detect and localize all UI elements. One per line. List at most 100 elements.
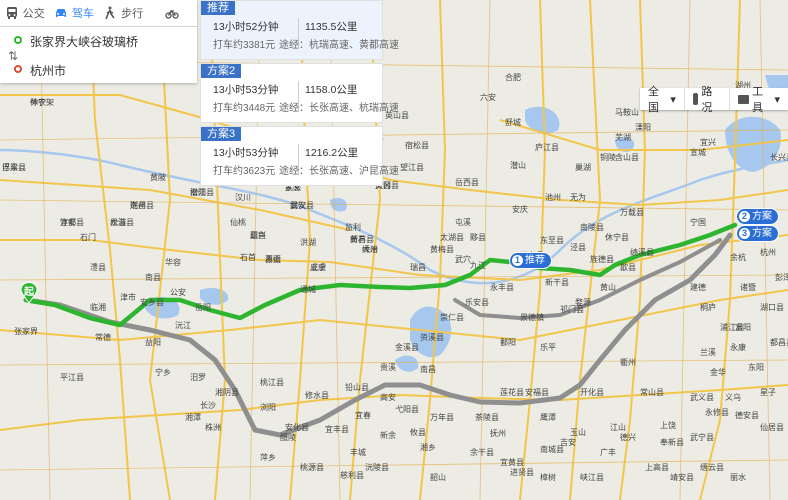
city-label: 永丰县 (490, 282, 514, 292)
city-label: 南县 (145, 272, 161, 282)
city-label: 嵊州 (362, 244, 378, 254)
city-label: 监利 (345, 222, 361, 232)
city-label: 绩溪县 (630, 247, 654, 257)
start-field[interactable]: 张家界大峡谷玻璃桥 (30, 33, 138, 50)
city-label: 池州 (545, 192, 561, 202)
city-label: 新余 (380, 430, 396, 440)
city-label: 乐平 (540, 342, 556, 352)
city-label: 常德 (95, 332, 111, 342)
city-label: 安乡县 (140, 297, 164, 307)
plan-card-2[interactable]: 方案2 13小时53分钟 1158.0公里 打车约3448元 途经：长张高速、杭… (200, 63, 399, 123)
mode-label: 步行 (121, 8, 144, 20)
city-label: 高安 (380, 392, 396, 402)
city-label: 宜黄县 (500, 457, 524, 467)
plan-distance: 1158.0公里 (305, 84, 358, 96)
city-label: 长沙 (200, 400, 216, 410)
city-label: 安庆 (512, 204, 528, 214)
badge-number: 1 (512, 255, 523, 266)
plan-taxi: 打车约3448元 (213, 103, 276, 114)
city-label: 九江 (470, 261, 486, 270)
city-label: 汨罗 (190, 373, 206, 382)
plan-taxi: 打车约3623元 (213, 166, 276, 177)
city-label: 湘阴县 (215, 387, 239, 397)
car-icon (55, 9, 66, 17)
city-label: 石首 (240, 252, 256, 262)
plan2-route-badge[interactable]: 2 方案 (737, 209, 778, 224)
city-label: 仙居县 (760, 422, 784, 432)
traffic-icon (692, 93, 699, 105)
city-label: 德兴 (620, 432, 636, 442)
city-label: 上虞 (310, 262, 326, 272)
city-label: 景德镇 (520, 312, 544, 322)
end-field[interactable]: 杭州市 (30, 62, 66, 79)
city-label: 醴陵 (280, 432, 296, 442)
plan-time: 13小时52分钟 (213, 21, 279, 33)
city-label: 兰溪 (700, 347, 716, 357)
plan-card-3[interactable]: 方案3 13小时53分钟 1216.2公里 打车约3623元 途经：长张高速、沪… (200, 126, 399, 186)
city-label: 杭州 (760, 247, 776, 257)
city-label: 石门 (80, 232, 96, 242)
mode-car[interactable]: 驾车 (49, 0, 98, 26)
city-label: 乐安县 (465, 297, 489, 307)
city-label: 安福县 (525, 387, 549, 397)
recommend-route-badge[interactable]: 1 推荐 (510, 253, 551, 268)
city-label: 绍兴 (250, 230, 266, 240)
city-label: 铅山县 (345, 382, 369, 392)
plan-via: 途经：长张高速、沪昆高速 (279, 166, 399, 177)
city-label: 通城 (300, 284, 316, 294)
city-label: 益阳 (145, 337, 161, 347)
city-label: 泾县 (570, 243, 586, 252)
plan-taxi: 打车约3381元 (213, 40, 276, 51)
city-label: 六安 (480, 92, 496, 102)
city-label: 巢湖 (575, 162, 591, 172)
city-label: 浮梁县 (2, 162, 26, 172)
city-label: 屯溪 (455, 217, 471, 227)
city-label: 贵溪 (380, 362, 396, 372)
city-label: 茶陵县 (475, 412, 499, 422)
city-label: 吉安 (560, 437, 576, 447)
city-label: 慈利县 (340, 470, 364, 480)
city-label: 玉山 (570, 427, 586, 437)
city-label: 安化县 (285, 422, 309, 432)
city-label: 义乌 (725, 392, 741, 402)
chevron-down-icon: ▾ (774, 93, 780, 106)
city-label: 萧山 (265, 254, 281, 264)
mode-bus[interactable]: 公交 (0, 0, 49, 26)
city-label: 潜山 (510, 160, 526, 170)
city-label: 长兴县 (770, 152, 788, 162)
city-label: 张家界 (14, 326, 38, 336)
city-label: 余干县 (470, 447, 494, 457)
city-label: 旌德县 (590, 254, 614, 264)
chevron-down-icon: ▾ (670, 93, 676, 106)
traffic-button[interactable]: 路况 (685, 86, 731, 114)
city-label: 黄陂 (150, 172, 166, 182)
city-label: 南陵县 (580, 222, 604, 232)
tools-button[interactable]: 工具 ▾ (730, 86, 788, 114)
plan-tag: 推荐 (201, 1, 235, 15)
city-label: 华容 (165, 257, 181, 267)
city-label: 宿松县 (405, 140, 429, 150)
city-label: 新昌县 (350, 234, 374, 244)
city-label: 都昌县 (770, 338, 788, 347)
plan-tag: 方案3 (201, 127, 242, 141)
swap-icon[interactable]: ⇅ (8, 49, 18, 63)
city-label: 望江县 (400, 162, 424, 172)
city-label: 龙游县 (110, 217, 134, 227)
city-label: 休宁 (30, 97, 46, 107)
plan-card-recommended[interactable]: 推荐 13小时52分钟 1135.5公里 打车约3381元 途经：杭瑞高速、黄都… (200, 0, 399, 60)
city-label: 万载县 (620, 207, 644, 217)
city-label: 澧县 (90, 262, 106, 272)
region-select[interactable]: 全国 ▾ (640, 86, 685, 114)
mode-bike[interactable] (148, 0, 197, 26)
city-label: 金华 (710, 367, 726, 377)
mode-walk[interactable]: 步行 (99, 0, 148, 26)
city-label: 缙云县 (700, 462, 724, 472)
start-pin[interactable]: 起 (20, 282, 38, 304)
city-label: 南昌 (420, 364, 436, 374)
city-label: 武穴 (455, 254, 471, 264)
city-label: 临湘 (90, 302, 106, 312)
city-label: 东至县 (540, 235, 564, 245)
travel-mode-bar: 公交 驾车 步行 (0, 0, 197, 27)
city-label: 金溪县 (395, 342, 419, 352)
plan3-route-badge[interactable]: 3 方案 (737, 226, 778, 241)
